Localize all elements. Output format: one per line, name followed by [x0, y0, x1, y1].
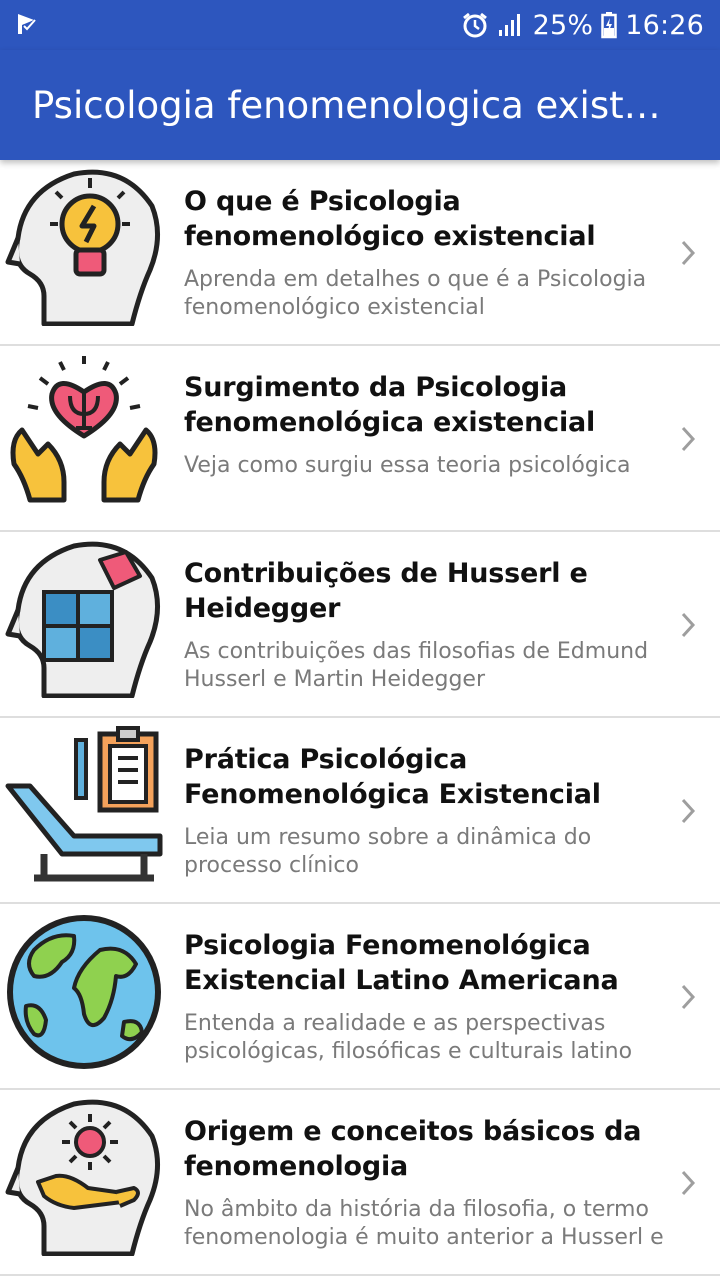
app-bar: Psicologia fenomenologica existencial: [0, 50, 720, 160]
chevron-right-icon: [681, 426, 696, 452]
list-item[interactable]: Prática Psicológica Fenomenológica Exist…: [0, 718, 720, 904]
head-hand-sun-icon: [5, 1099, 161, 1256]
chevron-right-icon: [681, 612, 696, 638]
item-description: Entenda a realidade e as perspectivas ps…: [184, 1011, 633, 1064]
chevron-right-icon: [681, 984, 696, 1010]
item-text: Psicologia Fenomenológica Existencial La…: [184, 928, 684, 1066]
item-title: Origem e conceitos básicos da fenomenolo…: [184, 1116, 642, 1182]
battery-percent: 25%: [532, 9, 594, 41]
item-title: Contribuições de Husserl e Heidegger: [184, 558, 588, 624]
head-lightbulb-icon: [5, 169, 161, 326]
item-title: O que é Psicologia fenomenológico existe…: [184, 186, 596, 252]
list-item[interactable]: Surgimento da Psicologia fenomenológica …: [0, 346, 720, 532]
item-title: Surgimento da Psicologia fenomenológica …: [184, 372, 596, 438]
item-text: Surgimento da Psicologia fenomenológica …: [184, 370, 684, 480]
chevron-right-icon: [681, 798, 696, 824]
check-flag-icon: [18, 14, 38, 34]
globe-icon: [7, 915, 161, 1069]
status-bar: 25% 16:26: [0, 0, 720, 50]
page-title: Psicologia fenomenologica existencial: [32, 84, 682, 127]
topic-list: O que é Psicologia fenomenológico existe…: [0, 160, 720, 1276]
item-text: O que é Psicologia fenomenológico existe…: [184, 184, 684, 322]
battery-charging-icon: [601, 12, 617, 39]
item-description: Leia um resumo sobre a dinâmica do proce…: [184, 825, 592, 878]
item-description: As contribuições das filosofias de Edmun…: [184, 639, 649, 692]
item-description: Veja como surgiu essa teoria psicológica: [184, 453, 631, 478]
list-item[interactable]: Contribuições de Husserl e Heidegger As …: [0, 532, 720, 718]
alarm-clock-icon: [462, 12, 487, 38]
item-title: Psicologia Fenomenológica Existencial La…: [184, 930, 619, 996]
list-item[interactable]: Origem e conceitos básicos da fenomenolo…: [0, 1090, 720, 1276]
therapy-couch-clipboard-icon: [5, 726, 163, 882]
chevron-right-icon: [681, 1170, 696, 1196]
item-text: Origem e conceitos básicos da fenomenolo…: [184, 1114, 684, 1252]
chevron-right-icon: [681, 240, 696, 266]
item-text: Prática Psicológica Fenomenológica Exist…: [184, 742, 684, 880]
signal-bars-icon: [498, 14, 520, 36]
item-description: Aprenda em detalhes o que é a Psicologia…: [184, 267, 647, 320]
clock: 16:26: [625, 9, 704, 41]
list-item[interactable]: Psicologia Fenomenológica Existencial La…: [0, 904, 720, 1090]
status-icons: 25% 16:26: [461, 0, 704, 50]
head-puzzle-icon: [5, 541, 161, 698]
item-title: Prática Psicológica Fenomenológica Exist…: [184, 744, 601, 810]
item-text: Contribuições de Husserl e Heidegger As …: [184, 556, 684, 694]
item-description: No âmbito da história da filosofia, o te…: [184, 1197, 664, 1250]
list-item[interactable]: O que é Psicologia fenomenológico existe…: [0, 160, 720, 346]
hands-heart-psi-icon: [10, 356, 158, 503]
